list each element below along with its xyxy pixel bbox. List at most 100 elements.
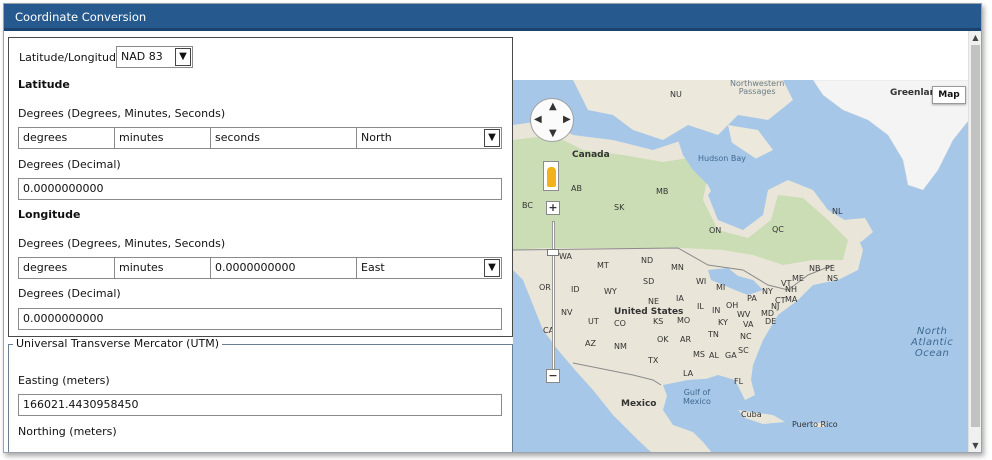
map-label-north-atlantic-ocean: North Atlantic Ocean [911,326,954,359]
map-label-tx: TX [648,356,659,365]
map-label-or: OR [539,283,551,292]
map-label-oh: OH [726,301,739,310]
map-label-nu: NU [670,90,682,99]
chevron-down-icon: ▼ [484,129,500,147]
map-label-nh: NH [785,285,797,294]
datum-value: NAD 83 [121,50,163,63]
map-label-nm: NM [614,342,627,351]
map-label-ut: UT [588,317,599,326]
map-label-pe: PE [825,264,835,273]
map-label-sc: SC [738,346,749,355]
latitude-hemisphere-select[interactable]: North ▼ [356,127,502,149]
map-label-az: AZ [585,339,596,348]
scroll-down-icon[interactable]: ▼ [969,439,981,452]
longitude-degrees-input[interactable]: degrees [18,257,115,279]
map-label-fl: FL [734,377,744,386]
coordinate-conversion-window: Coordinate Conversion Latitude/Longitude… [3,3,982,453]
map-canvas [513,80,969,452]
latitude-seconds-input[interactable]: seconds [210,127,357,149]
longitude-hemisphere-value: East [361,261,385,274]
pan-up-icon[interactable]: ▲ [549,101,557,112]
map-label-ma: MA [785,295,798,304]
latitude-decimal-input[interactable]: 0.0000000000 [18,178,502,200]
map-label-mi: MI [716,283,726,292]
map-label-puerto-rico: Puerto Rico [792,420,838,429]
map-label-nc: NC [740,332,752,341]
scroll-thumb[interactable] [971,45,980,427]
longitude-minutes-input[interactable]: minutes [114,257,211,279]
latlon-label: Latitude/Longitude [19,51,123,64]
utm-panel: Universal Transverse Mercator (UTM) East… [8,337,513,452]
map-label-wi: WI [696,277,707,286]
map-label-me: ME [792,274,804,283]
map-label-va: VA [743,320,754,329]
longitude-seconds-input[interactable]: 0.0000000000 [210,257,357,279]
latitude-dms-label: Degrees (Degrees, Minutes, Seconds) [18,107,226,120]
pan-left-icon[interactable]: ◀ [534,114,542,125]
map-type-button[interactable]: Map [932,86,966,104]
map-label-al: AL [709,351,719,360]
longitude-hemisphere-select[interactable]: East ▼ [356,257,502,279]
map-label-co: CO [614,319,626,328]
chevron-down-icon: ▼ [175,48,191,66]
map-label-in: IN [712,306,721,315]
map-label-sk: SK [614,203,625,212]
longitude-decimal-input[interactable]: 0.0000000000 [18,308,502,330]
northing-label: Northing (meters) [18,425,117,438]
map-view[interactable]: Northwestern Passages Greenland Canada H… [513,80,969,452]
map-label-nv: NV [561,308,573,317]
map-label-nb: NB [809,264,821,273]
zoom-slider-handle[interactable] [547,249,559,256]
map-label-ia: IA [676,294,684,303]
map-label-qc: QC [772,225,784,234]
map-label-mo: MO [677,316,691,325]
map-label-on: ON [709,226,722,235]
map-label-wv: WV [737,310,751,319]
chevron-down-icon: ▼ [484,259,500,277]
map-label-wa: WA [559,252,572,261]
map-label-tn: TN [708,330,719,339]
latlon-panel: Latitude/Longitude NAD 83 ▼ Latitude Deg… [8,37,513,337]
map-label-pa: PA [747,294,757,303]
map-label-bc: BC [522,201,533,210]
map-label-nl: NL [832,207,843,216]
zoom-slider-track[interactable] [552,221,555,371]
map-label-ms: MS [693,350,705,359]
map-label-ks: KS [653,317,664,326]
map-label-wy: WY [604,287,617,296]
zoom-in-button[interactable]: + [546,201,560,215]
longitude-heading: Longitude [18,208,81,221]
vertical-scrollbar[interactable]: ▲ ▼ [968,31,981,452]
map-label-ar: AR [680,335,692,344]
datum-select[interactable]: NAD 83 ▼ [116,46,193,68]
pan-down-icon[interactable]: ▼ [549,128,557,139]
map-label-ab: AB [571,184,582,193]
pan-right-icon[interactable]: ▶ [563,114,571,125]
latitude-degrees-input[interactable]: degrees [18,127,115,149]
map-label-il: IL [697,302,704,311]
map-label-mn: MN [671,263,684,272]
latitude-heading: Latitude [18,78,70,91]
map-label-gulf-of-mexico: Gulf of Mexico [683,388,711,406]
map-label-id: ID [571,285,580,294]
map-label-mexico: Mexico [621,399,657,409]
scroll-up-icon[interactable]: ▲ [969,31,981,44]
map-label-ns: NS [827,274,839,283]
zoom-out-button[interactable]: − [546,369,560,383]
latitude-minutes-input[interactable]: minutes [114,127,211,149]
pegman-icon[interactable] [543,161,559,191]
map-label-sd: SD [643,277,655,286]
map-label-la: LA [683,369,694,378]
map-label-cuba: Cuba [741,410,762,419]
map-label-ok: OK [657,335,669,344]
easting-input[interactable]: 166021.4430958450 [18,394,502,416]
map-label-united-states: United States [614,307,684,317]
pan-control[interactable]: ▲ ▼ ◀ ▶ [530,98,574,142]
map-label-mb: MB [656,187,669,196]
map-label-canada: Canada [572,150,610,160]
window-title: Coordinate Conversion [4,4,981,31]
map-label-ne: NE [648,297,660,306]
map-label-de: DE [765,317,777,326]
map-label-ga: GA [725,351,737,360]
map-label-ky: KY [718,318,728,327]
